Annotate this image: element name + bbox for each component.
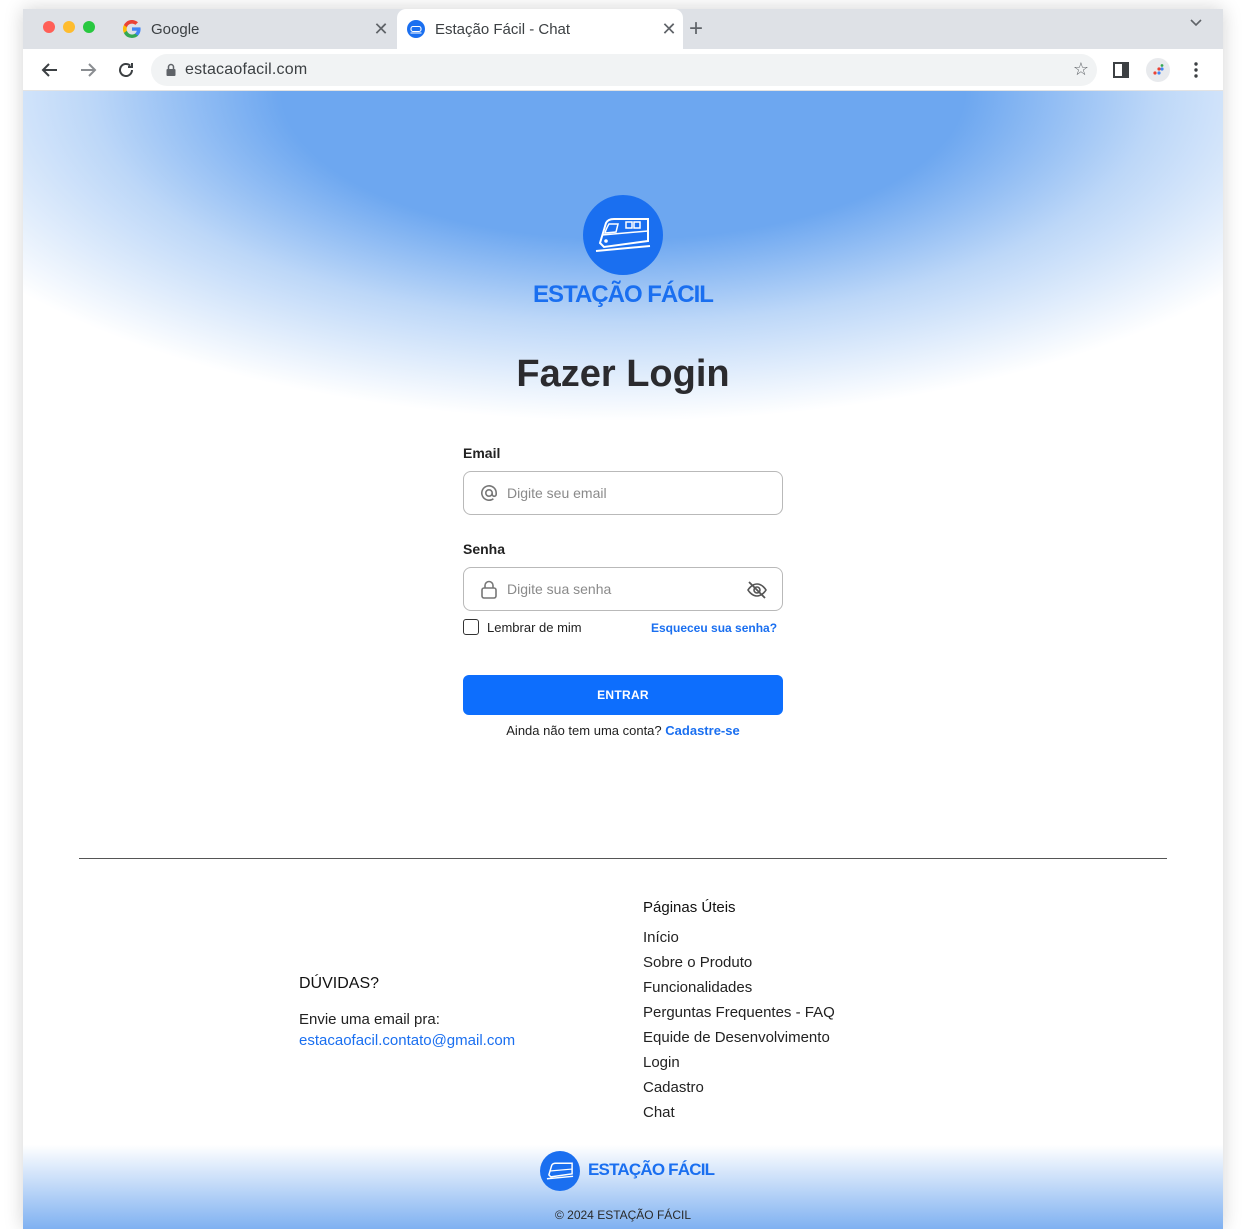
- footer-link-chat[interactable]: Chat: [643, 1104, 835, 1129]
- footer-link-funcionalidades[interactable]: Funcionalidades: [643, 979, 835, 1004]
- footer-link-faq[interactable]: Perguntas Frequentes - FAQ: [643, 1004, 835, 1029]
- tab-search-chevron-icon[interactable]: [1189, 15, 1203, 32]
- lock-icon: [165, 63, 177, 82]
- signup-text: Ainda não tem uma conta?: [506, 723, 662, 738]
- extension-icon[interactable]: [1146, 58, 1170, 82]
- page-content: ESTAÇÃO FÁCIL Fazer Login Email Digite s…: [23, 91, 1223, 1229]
- new-tab-button[interactable]: +: [689, 15, 703, 43]
- doubts-text: Envie uma email pra:: [299, 1011, 440, 1028]
- email-field[interactable]: Digite seu email: [463, 471, 783, 515]
- tab-estacao-facil-chat[interactable]: Estação Fácil - Chat ✕: [397, 9, 683, 49]
- footer-link-login[interactable]: Login: [643, 1054, 835, 1079]
- brand-name: ESTAÇÃO FÁCIL: [533, 281, 714, 308]
- password-field[interactable]: Digite sua senha: [463, 567, 783, 611]
- reload-icon[interactable]: [113, 57, 139, 83]
- maximize-window-button[interactable]: [83, 21, 95, 33]
- minimize-window-button[interactable]: [63, 21, 75, 33]
- lock-icon: [480, 580, 498, 605]
- close-window-button[interactable]: [43, 21, 55, 33]
- login-button[interactable]: ENTRAR: [463, 675, 783, 715]
- useful-pages-list: Início Sobre o Produto Funcionalidades P…: [643, 929, 835, 1129]
- tab-title: Estação Fácil - Chat: [435, 20, 571, 38]
- eye-off-icon[interactable]: [746, 580, 768, 605]
- browser-toolbar: estacaofacil.com ☆: [23, 49, 1223, 91]
- footer-brand-name: ESTAÇÃO FÁCIL: [588, 1160, 715, 1179]
- password-label: Senha: [463, 541, 506, 557]
- close-tab-icon[interactable]: ✕: [367, 19, 395, 40]
- address-bar[interactable]: estacaofacil.com ☆: [151, 54, 1097, 86]
- train-logo-icon: [540, 1151, 580, 1191]
- close-tab-icon[interactable]: ✕: [655, 19, 683, 40]
- at-sign-icon: [480, 484, 498, 507]
- email-placeholder: Digite seu email: [507, 485, 607, 501]
- side-panel-icon[interactable]: [1109, 58, 1133, 82]
- bookmark-star-icon[interactable]: ☆: [1073, 59, 1089, 80]
- page-title: Fazer Login: [516, 353, 730, 395]
- tab-strip: Google ✕ Estação Fácil - Chat ✕ +: [23, 9, 1223, 49]
- url-text: estacaofacil.com: [185, 61, 308, 78]
- footer-bar: ESTAÇÃO FÁCIL © 2024 ESTAÇÃO FÁCIL: [23, 1145, 1223, 1229]
- email-label: Email: [463, 445, 501, 461]
- copyright-text: © 2024 ESTAÇÃO FÁCIL: [554, 1208, 691, 1222]
- remember-checkbox[interactable]: [463, 619, 479, 635]
- estacao-facil-icon: [407, 20, 425, 38]
- signup-link[interactable]: Cadastre-se: [665, 723, 739, 738]
- remember-label: Lembrar de mim: [487, 619, 582, 635]
- google-icon: [123, 20, 141, 38]
- forgot-password-link[interactable]: Esqueceu sua senha?: [651, 621, 777, 635]
- menu-kebab-icon[interactable]: [1184, 58, 1208, 82]
- password-placeholder: Digite sua senha: [507, 581, 612, 597]
- doubts-title: DÚVIDAS?: [299, 975, 380, 992]
- contact-email-link[interactable]: estacaofacil.contato@gmail.com: [299, 1032, 515, 1049]
- back-arrow-icon[interactable]: [37, 57, 63, 83]
- footer-link-equipe[interactable]: Equide de Desenvolvimento: [643, 1029, 835, 1054]
- useful-pages-title: Páginas Úteis: [643, 899, 736, 916]
- footer-link-inicio[interactable]: Início: [643, 929, 835, 954]
- footer-divider: [79, 858, 1167, 859]
- signup-prompt: Ainda não tem uma conta? Cadastre-se: [23, 723, 1223, 738]
- footer-link-sobre[interactable]: Sobre o Produto: [643, 954, 835, 979]
- browser-window: Google ✕ Estação Fácil - Chat ✕ + estaca…: [23, 9, 1223, 1229]
- footer-link-cadastro[interactable]: Cadastro: [643, 1079, 835, 1104]
- train-logo-icon: [583, 195, 663, 275]
- tab-title: Google: [151, 20, 200, 38]
- remember-me[interactable]: Lembrar de mim: [463, 619, 582, 635]
- tab-google[interactable]: Google ✕: [113, 9, 395, 49]
- forward-arrow-icon[interactable]: [75, 57, 101, 83]
